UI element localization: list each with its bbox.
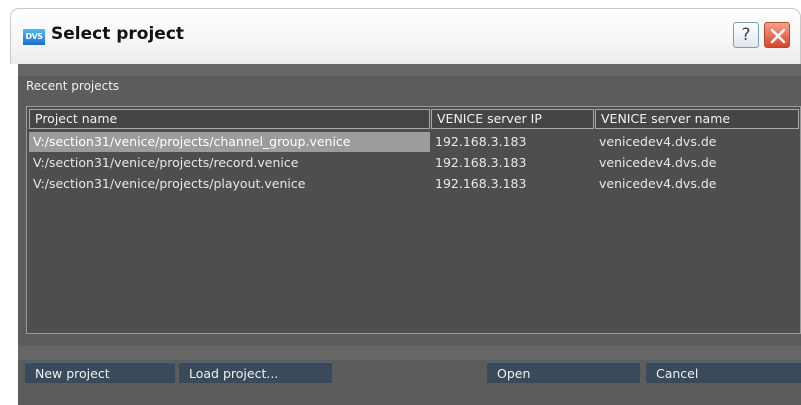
load-project-button[interactable]: Load project... (179, 362, 332, 383)
project-name-cell: V:/section31/venice/projects/channel_gro… (29, 132, 430, 152)
server-ip-cell: 192.168.3.183 (435, 176, 527, 191)
button-strip-divider (18, 346, 801, 360)
column-header-server-name[interactable]: VENICE server name (595, 109, 799, 129)
cancel-button[interactable]: Cancel (646, 362, 801, 383)
server-ip-cell: 192.168.3.183 (435, 155, 527, 170)
table-row[interactable]: V:/section31/venice/projects/playout.ven… (27, 174, 800, 194)
help-button[interactable]: ? (733, 22, 759, 48)
project-name-cell: V:/section31/venice/projects/playout.ven… (33, 176, 306, 191)
column-header-server-ip[interactable]: VENICE server IP (431, 109, 594, 129)
project-name-cell: V:/section31/venice/projects/record.veni… (33, 155, 299, 170)
server-name-cell: venicedev4.dvs.de (599, 134, 717, 149)
server-ip-cell: 192.168.3.183 (435, 134, 527, 149)
table-row[interactable]: V:/section31/venice/projects/record.veni… (27, 153, 800, 173)
close-icon (770, 28, 786, 44)
close-button[interactable] (764, 22, 790, 48)
server-name-cell: venicedev4.dvs.de (599, 155, 717, 170)
window-title: Select project (51, 24, 185, 44)
new-project-button[interactable]: New project (25, 362, 175, 383)
recent-projects-table: Project name VENICE server IP VENICE ser… (26, 106, 801, 334)
open-button[interactable]: Open (487, 362, 640, 383)
dialog-body: Recent projects Project name VENICE serv… (18, 64, 801, 405)
recent-projects-label: Recent projects (26, 79, 120, 93)
table-row[interactable]: V:/section31/venice/projects/channel_gro… (27, 132, 800, 152)
dvs-logo-icon: DVS (23, 29, 45, 45)
top-strip (18, 64, 801, 76)
column-header-project-name[interactable]: Project name (29, 109, 430, 129)
server-name-cell: venicedev4.dvs.de (599, 176, 717, 191)
title-bar: DVS Select project ? (10, 8, 801, 64)
